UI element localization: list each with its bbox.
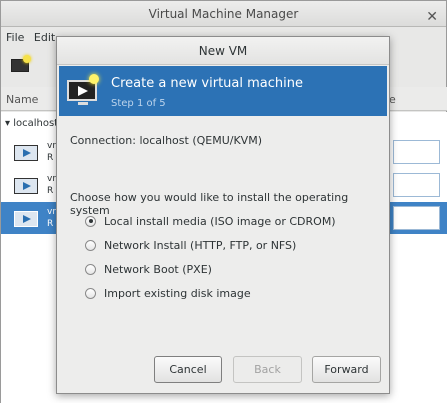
vm-icon — [14, 211, 38, 227]
menubar: File Edit — [6, 31, 61, 44]
vm-name: vr — [47, 174, 57, 184]
menu-edit[interactable]: Edit — [34, 31, 55, 44]
vm-status: R — [47, 153, 54, 163]
radio-unchecked[interactable] — [85, 287, 96, 299]
back-button[interactable]: Back — [233, 356, 302, 383]
cancel-button[interactable]: Cancel — [154, 356, 222, 383]
column-name[interactable]: Name — [6, 93, 38, 106]
radio-checked[interactable] — [85, 215, 96, 227]
option-local-install[interactable]: Local install media (ISO image or CDROM) — [85, 213, 336, 229]
option-label: Network Install (HTTP, FTP, or NFS) — [104, 238, 297, 252]
cpu-graph — [393, 206, 440, 230]
host-row[interactable]: ▾ localhost — [5, 118, 58, 129]
vm-status: R — [47, 219, 54, 229]
radio-unchecked[interactable] — [85, 263, 96, 275]
new-vm-icon — [65, 74, 99, 108]
connection-label: Connection: localhost (QEMU/KVM) — [70, 134, 262, 147]
cpu-graph — [393, 140, 440, 164]
option-import-disk[interactable]: Import existing disk image — [85, 285, 251, 301]
option-label: Network Boot (PXE) — [104, 262, 212, 276]
vm-name: vr — [47, 141, 57, 151]
cpu-graph — [393, 173, 440, 197]
vm-name: vr — [47, 207, 57, 217]
vm-status: R — [47, 186, 54, 196]
expander-icon[interactable]: ▾ — [5, 118, 10, 129]
sparkle-icon — [23, 55, 31, 63]
option-network-install[interactable]: Network Install (HTTP, FTP, or NFS) — [85, 237, 296, 253]
dialog-title: New VM — [198, 44, 248, 58]
forward-button[interactable]: Forward — [312, 356, 381, 383]
option-network-boot[interactable]: Network Boot (PXE) — [85, 261, 212, 277]
main-titlebar: Virtual Machine Manager ✕ — [1, 1, 446, 27]
radio-unchecked[interactable] — [85, 239, 96, 251]
vm-icon — [14, 145, 38, 161]
banner-title: Create a new virtual machine — [111, 76, 303, 91]
main-window-title: Virtual Machine Manager — [148, 7, 299, 21]
banner-step: Step 1 of 5 — [111, 98, 166, 109]
host-name: localhost — [13, 118, 59, 129]
new-vm-toolbar-button[interactable] — [9, 55, 31, 77]
column-right[interactable]: e — [389, 93, 396, 106]
vm-icon — [14, 178, 38, 194]
option-label: Import existing disk image — [104, 286, 251, 300]
wizard-banner: Create a new virtual machine Step 1 of 5 — [59, 66, 387, 116]
close-icon[interactable]: ✕ — [426, 4, 438, 30]
new-vm-dialog: New VM Create a new virtual machine Step… — [56, 36, 390, 394]
menu-file[interactable]: File — [6, 31, 24, 44]
option-label: Local install media (ISO image or CDROM) — [104, 214, 336, 228]
dialog-titlebar: New VM — [57, 37, 389, 65]
